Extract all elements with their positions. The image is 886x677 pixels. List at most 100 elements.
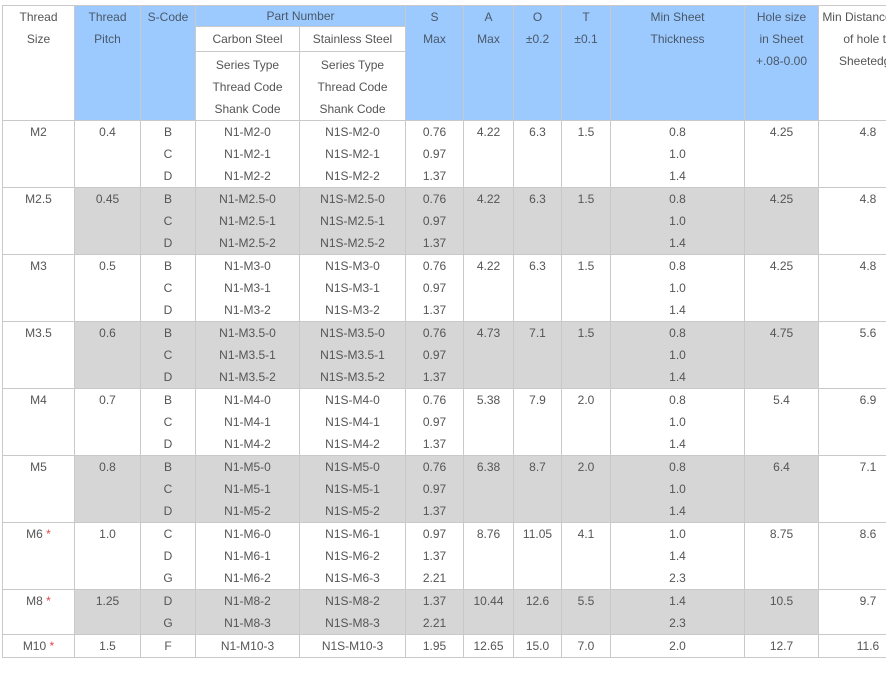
cell-min-distance: 4.8 [818,254,886,322]
cell-s-max: 0.76 0.97 1.37 [405,254,464,322]
cell-thread-pitch: 1.25 [74,589,141,635]
cell-s-code: BCD [140,455,196,523]
cell-s-code: BCD [140,187,196,255]
cell-min-sheet: 0.8 1.0 1.4 [610,388,745,456]
cell-hole-size: 6.4 [744,455,819,523]
cell-carbon-part: N1-M5-0 N1-M5-1 N1-M5-2 [195,455,300,523]
cell-t: 5.5 [561,589,611,635]
cell-min-sheet: 1.4 2.3 [610,589,745,635]
cell-stainless-part: N1S-M10-3 [299,634,406,658]
cell-hole-size: 12.7 [744,634,819,658]
cell-s-max: 0.76 0.97 1.37 [405,455,464,523]
cell-o: 8.7 [513,455,562,523]
cell-carbon-part: N1-M3-0 N1-M3-1 N1-M3-2 [195,254,300,322]
cell-stainless-part: N1S-M4-0 N1S-M4-1 N1S-M4-2 [299,388,406,456]
header-part-number: Part Number [195,5,406,27]
cell-min-sheet: 0.8 1.0 1.4 [610,455,745,523]
cell-s-code: CDG [140,522,196,590]
header-stainless-steel: Stainless Steel [299,26,406,52]
cell-thread-size: M2.5 [2,187,75,255]
cell-s-max: 0.97 1.37 2.21 [405,522,464,590]
cell-hole-size: 4.25 [744,187,819,255]
cell-o: 6.3 [513,187,562,255]
header-carbon-steel: Carbon Steel [195,26,300,52]
table-row: M4 0.7 B C D N1-M4-0 N1-M4-1 N1-M4-2 N1S-M4-0 N1S… [2,388,886,456]
header-min-distance: Min Distance C/Lof hole toSheetedge [818,5,886,121]
cell-o: 6.3 [513,254,562,322]
header-thread-size: Thread Size [2,5,75,121]
cell-s-code: BCD [140,321,196,389]
cell-thread-pitch: 0.7 [74,388,141,456]
cell-min-sheet: 0.8 1.0 1.4 [610,187,745,255]
cell-stainless-part: N1S-M3.5-0 N1S-M3.5-1 N1S-M3.5-2 [299,321,406,389]
table-row: M2 0.4 B C D N1-M2-0 N1-M2-1 N1-M2-2 N1S-M2-0 N1S… [2,120,886,188]
cell-hole-size: 4.25 [744,254,819,322]
cell-carbon-part: N1-M2-0 N1-M2-1 N1-M2-2 [195,120,300,188]
cell-a-max: 4.22 [463,187,514,255]
cell-min-distance: 4.8 [818,120,886,188]
cell-thread-size: M3 [2,254,75,322]
cell-hole-size: 4.25 [744,120,819,188]
asterisk-mark: * [49,639,55,653]
table-row: M10 * 1.5 F N1-M10-3 N1S-M10-3 1.95 12.65 15.0 7… [2,634,886,658]
cell-stainless-part: N1S-M3-0 N1S-M3-1 N1S-M3-2 [299,254,406,322]
cell-thread-pitch: 0.8 [74,455,141,523]
cell-min-sheet: 2.0 [610,634,745,658]
cell-min-distance: 6.9 [818,388,886,456]
cell-t: 1.5 [561,120,611,188]
cell-min-sheet: 1.0 1.4 2.3 [610,522,745,590]
cell-t: 4.1 [561,522,611,590]
cell-o: 12.6 [513,589,562,635]
table-row: M3 0.5 B C D N1-M3-0 N1-M3-1 N1-M3-2 N1S-M3-0 N1S… [2,254,886,322]
cell-s-code: BCD [140,388,196,456]
cell-carbon-part: N1-M6-0 N1-M6-1 N1-M6-2 [195,522,300,590]
cell-s-max: 1.95 [405,634,464,658]
cell-stainless-part: N1S-M5-0 N1S-M5-1 N1S-M5-2 [299,455,406,523]
cell-a-max: 4.22 [463,254,514,322]
cell-hole-size: 4.75 [744,321,819,389]
cell-carbon-part: N1-M10-3 [195,634,300,658]
cell-a-max: 12.65 [463,634,514,658]
cell-stainless-part: N1S-M2-0 N1S-M2-1 N1S-M2-2 [299,120,406,188]
spec-table: Thread Size Thread Pitch S-Code Part Numbe… [2,5,886,658]
cell-t: 1.5 [561,321,611,389]
cell-a-max: 6.38 [463,455,514,523]
cell-t: 2.0 [561,388,611,456]
cell-thread-size: M5 [2,455,75,523]
cell-thread-size: M3.5 [2,321,75,389]
cell-s-code: BCD [140,120,196,188]
header-carbon-codes: Series Type Thread Code Shank Code [195,51,300,121]
header-stainless-codes: Series Type Thread Code Shank Code [299,51,406,121]
cell-o: 11.05 [513,522,562,590]
header-s-max: S Max [405,5,464,121]
cell-carbon-part: N1-M3.5-0 N1-M3.5-1 N1-M3.5-2 [195,321,300,389]
cell-thread-size: M4 [2,388,75,456]
cell-s-max: 0.76 0.97 1.37 [405,187,464,255]
cell-hole-size: 5.4 [744,388,819,456]
cell-thread-size: M10 * [2,634,75,658]
cell-s-code: BCD [140,254,196,322]
table-row: M2.5 0.45 B C D N1-M2.5-0 N1-M2.5-1 N1-M2.5-2 N1… [2,187,886,255]
cell-a-max: 10.44 [463,589,514,635]
table-row: M3.5 0.6 B C D N1-M3.5-0 N1-M3.5-1 N1-M3.5-2 N1S… [2,321,886,389]
cell-thread-pitch: 1.0 [74,522,141,590]
cell-min-sheet: 0.8 1.0 1.4 [610,321,745,389]
header-thread-pitch: Thread Pitch [74,5,141,121]
header-min-sheet-thickness: Min Sheet Thickness [610,5,745,121]
cell-thread-size: M8 * [2,589,75,635]
cell-carbon-part: N1-M8-2 N1-M8-3 [195,589,300,635]
cell-thread-pitch: 0.4 [74,120,141,188]
header-hole-size: Hole size in Sheet +.08-0.00 [744,5,819,121]
cell-hole-size: 10.5 [744,589,819,635]
cell-s-code: F [140,634,196,658]
cell-min-sheet: 0.8 1.0 1.4 [610,120,745,188]
cell-thread-pitch: 1.5 [74,634,141,658]
cell-a-max: 4.22 [463,120,514,188]
table-row: M5 0.8 B C D N1-M5-0 N1-M5-1 N1-M5-2 N1S-M5-0 N1S… [2,455,886,523]
header-s-code: S-Code [140,5,196,121]
cell-stainless-part: N1S-M8-2 N1S-M8-3 [299,589,406,635]
cell-o: 7.1 [513,321,562,389]
cell-s-max: 0.76 0.97 1.37 [405,120,464,188]
header-t-tolerance: T ±0.1 [561,5,611,121]
cell-s-code: DG [140,589,196,635]
